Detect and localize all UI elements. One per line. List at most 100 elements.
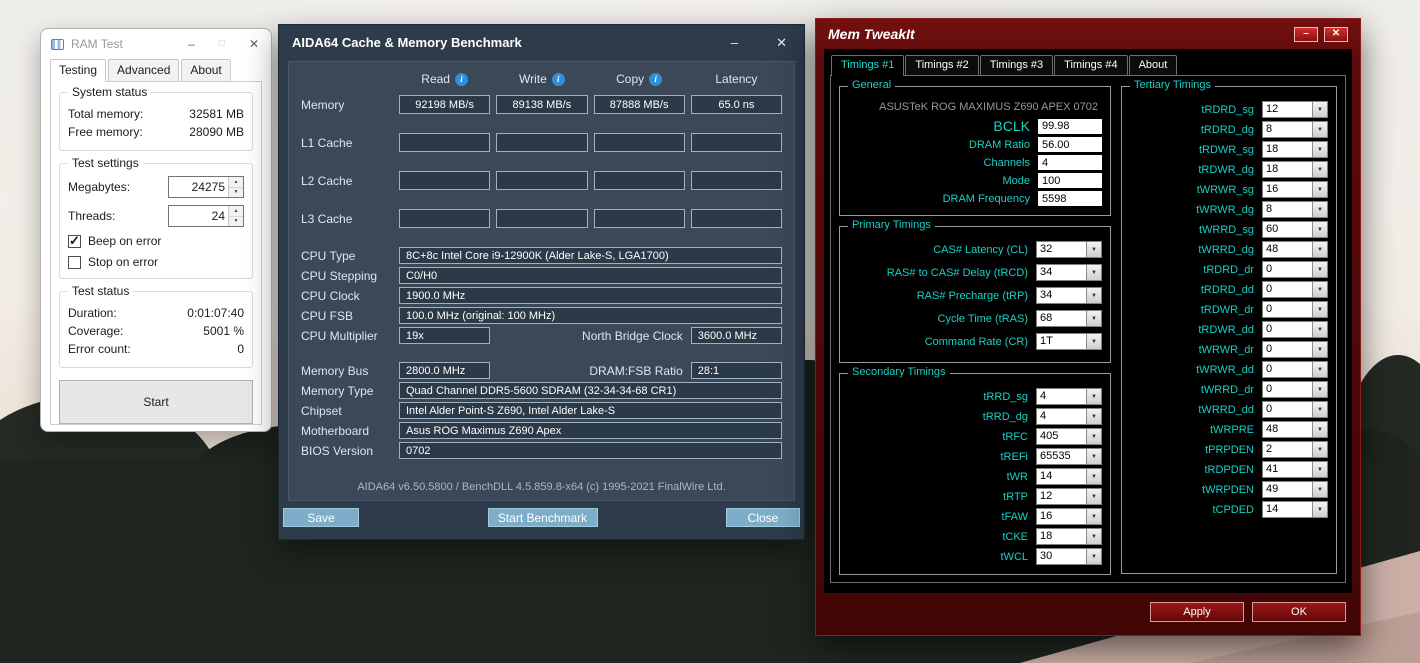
timing-select[interactable]: 65535 ▼ bbox=[1036, 448, 1102, 465]
aida64-titlebar[interactable]: AIDA64 Cache & Memory Benchmark – ✕ bbox=[279, 25, 804, 59]
checkbox-box[interactable] bbox=[68, 255, 81, 269]
timing-select[interactable]: 49 ▼ bbox=[1262, 481, 1328, 498]
timing-value[interactable]: 18 bbox=[1263, 142, 1312, 157]
timing-value[interactable]: 0 bbox=[1263, 262, 1312, 277]
timing-value[interactable]: 0 bbox=[1263, 342, 1312, 357]
memtweakit-tab[interactable]: Timings #3 bbox=[979, 55, 1054, 75]
info-icon[interactable]: i bbox=[551, 72, 565, 86]
timing-select[interactable]: 16 ▼ bbox=[1262, 181, 1328, 198]
dropdown-arrow-icon[interactable]: ▼ bbox=[1312, 502, 1327, 517]
timing-value[interactable]: 68 bbox=[1037, 311, 1086, 326]
memtweakit-tab[interactable]: About bbox=[1128, 55, 1178, 75]
timing-select[interactable]: 8 ▼ bbox=[1262, 201, 1328, 218]
timing-value[interactable]: 65535 bbox=[1037, 449, 1086, 464]
dropdown-arrow-icon[interactable]: ▼ bbox=[1086, 265, 1101, 280]
timing-select[interactable]: 18 ▼ bbox=[1262, 161, 1328, 178]
dropdown-arrow-icon[interactable]: ▼ bbox=[1086, 529, 1101, 544]
timing-value[interactable]: 16 bbox=[1263, 182, 1312, 197]
minimize-button[interactable]: – bbox=[1294, 26, 1318, 42]
timing-select[interactable]: 0 ▼ bbox=[1262, 281, 1328, 298]
megabytes-value[interactable]: 24275 bbox=[169, 177, 228, 197]
start-button[interactable]: Start bbox=[59, 380, 253, 424]
timing-value[interactable]: 14 bbox=[1263, 502, 1312, 517]
apply-button[interactable]: Apply bbox=[1150, 602, 1244, 622]
spin-down-icon[interactable]: ▼ bbox=[229, 216, 243, 226]
dropdown-arrow-icon[interactable]: ▼ bbox=[1086, 409, 1101, 424]
dropdown-arrow-icon[interactable]: ▼ bbox=[1312, 382, 1327, 397]
timing-value[interactable]: 49 bbox=[1263, 482, 1312, 497]
timing-value[interactable]: 8 bbox=[1263, 122, 1312, 137]
dropdown-arrow-icon[interactable]: ▼ bbox=[1312, 122, 1327, 137]
checkbox-box[interactable] bbox=[68, 233, 81, 249]
dropdown-arrow-icon[interactable]: ▼ bbox=[1086, 334, 1101, 349]
dropdown-arrow-icon[interactable]: ▼ bbox=[1086, 389, 1101, 404]
timing-value[interactable]: 18 bbox=[1263, 162, 1312, 177]
timing-value[interactable]: 2 bbox=[1263, 442, 1312, 457]
timing-select[interactable]: 0 ▼ bbox=[1262, 381, 1328, 398]
timing-select[interactable]: 16 ▼ bbox=[1036, 508, 1102, 525]
dropdown-arrow-icon[interactable]: ▼ bbox=[1312, 182, 1327, 197]
dropdown-arrow-icon[interactable]: ▼ bbox=[1086, 429, 1101, 444]
memtweakit-titlebar[interactable]: Mem TweakIt – ✕ bbox=[824, 19, 1352, 49]
timing-select[interactable]: 14 ▼ bbox=[1036, 468, 1102, 485]
memtweakit-tab[interactable]: Timings #2 bbox=[905, 55, 979, 75]
ramtest-tab[interactable]: Testing bbox=[50, 59, 107, 82]
ramtest-tab[interactable]: About bbox=[181, 59, 231, 81]
memtweakit-tab[interactable]: Timings #1 bbox=[831, 55, 905, 76]
close-icon[interactable]: ✕ bbox=[249, 38, 259, 50]
timing-select[interactable]: 4 ▼ bbox=[1036, 388, 1102, 405]
ok-button[interactable]: OK bbox=[1252, 602, 1346, 622]
timing-value[interactable]: 48 bbox=[1263, 422, 1312, 437]
maximize-icon[interactable]: □ bbox=[219, 39, 225, 49]
close-button[interactable]: Close bbox=[726, 508, 800, 527]
dropdown-arrow-icon[interactable]: ▼ bbox=[1312, 362, 1327, 377]
dropdown-arrow-icon[interactable]: ▼ bbox=[1312, 262, 1327, 277]
dropdown-arrow-icon[interactable]: ▼ bbox=[1086, 242, 1101, 257]
timing-select[interactable]: 30 ▼ bbox=[1036, 548, 1102, 565]
ramtest-titlebar[interactable]: RAM Test – □ ✕ bbox=[41, 29, 271, 59]
timing-value[interactable]: 8 bbox=[1263, 202, 1312, 217]
timing-select[interactable]: 0 ▼ bbox=[1262, 321, 1328, 338]
timing-value[interactable]: 0 bbox=[1263, 402, 1312, 417]
dropdown-arrow-icon[interactable]: ▼ bbox=[1312, 202, 1327, 217]
dropdown-arrow-icon[interactable]: ▼ bbox=[1312, 222, 1327, 237]
threads-stepper[interactable]: 24 ▲ ▼ bbox=[168, 205, 244, 227]
timing-select[interactable]: 18 ▼ bbox=[1036, 528, 1102, 545]
timing-select[interactable]: 34 ▼ bbox=[1036, 287, 1102, 304]
info-icon[interactable]: i bbox=[649, 72, 663, 86]
minimize-icon[interactable]: – bbox=[188, 38, 195, 50]
spin-up-icon[interactable]: ▲ bbox=[229, 206, 243, 217]
timing-value[interactable]: 405 bbox=[1037, 429, 1086, 444]
timing-select[interactable]: 14 ▼ bbox=[1262, 501, 1328, 518]
dropdown-arrow-icon[interactable]: ▼ bbox=[1312, 402, 1327, 417]
timing-select[interactable]: 12 ▼ bbox=[1262, 101, 1328, 118]
timing-select[interactable]: 18 ▼ bbox=[1262, 141, 1328, 158]
dropdown-arrow-icon[interactable]: ▼ bbox=[1312, 442, 1327, 457]
dropdown-arrow-icon[interactable]: ▼ bbox=[1312, 302, 1327, 317]
timing-value[interactable]: 0 bbox=[1263, 382, 1312, 397]
ramtest-tab[interactable]: Advanced bbox=[108, 59, 180, 81]
close-button[interactable]: ✕ bbox=[1324, 26, 1348, 42]
timing-select[interactable]: 12 ▼ bbox=[1036, 488, 1102, 505]
timing-value[interactable]: 0 bbox=[1263, 282, 1312, 297]
timing-value[interactable]: 60 bbox=[1263, 222, 1312, 237]
dropdown-arrow-icon[interactable]: ▼ bbox=[1312, 282, 1327, 297]
timing-value[interactable]: 0 bbox=[1263, 322, 1312, 337]
stop-on-error-checkbox[interactable]: Stop on error bbox=[68, 255, 244, 269]
minimize-icon[interactable]: – bbox=[731, 36, 738, 49]
timing-select[interactable]: 0 ▼ bbox=[1262, 341, 1328, 358]
megabytes-stepper[interactable]: 24275 ▲ ▼ bbox=[168, 176, 244, 198]
dropdown-arrow-icon[interactable]: ▼ bbox=[1312, 162, 1327, 177]
timing-value[interactable]: 32 bbox=[1037, 242, 1086, 257]
timing-value[interactable]: 1T bbox=[1037, 334, 1086, 349]
timing-value[interactable]: 0 bbox=[1263, 362, 1312, 377]
timing-value[interactable]: 12 bbox=[1037, 489, 1086, 504]
timing-value[interactable]: 30 bbox=[1037, 549, 1086, 564]
dropdown-arrow-icon[interactable]: ▼ bbox=[1312, 102, 1327, 117]
timing-value[interactable]: 4 bbox=[1037, 389, 1086, 404]
dropdown-arrow-icon[interactable]: ▼ bbox=[1312, 462, 1327, 477]
timing-value[interactable]: 41 bbox=[1263, 462, 1312, 477]
timing-select[interactable]: 0 ▼ bbox=[1262, 401, 1328, 418]
dropdown-arrow-icon[interactable]: ▼ bbox=[1312, 482, 1327, 497]
dropdown-arrow-icon[interactable]: ▼ bbox=[1312, 242, 1327, 257]
